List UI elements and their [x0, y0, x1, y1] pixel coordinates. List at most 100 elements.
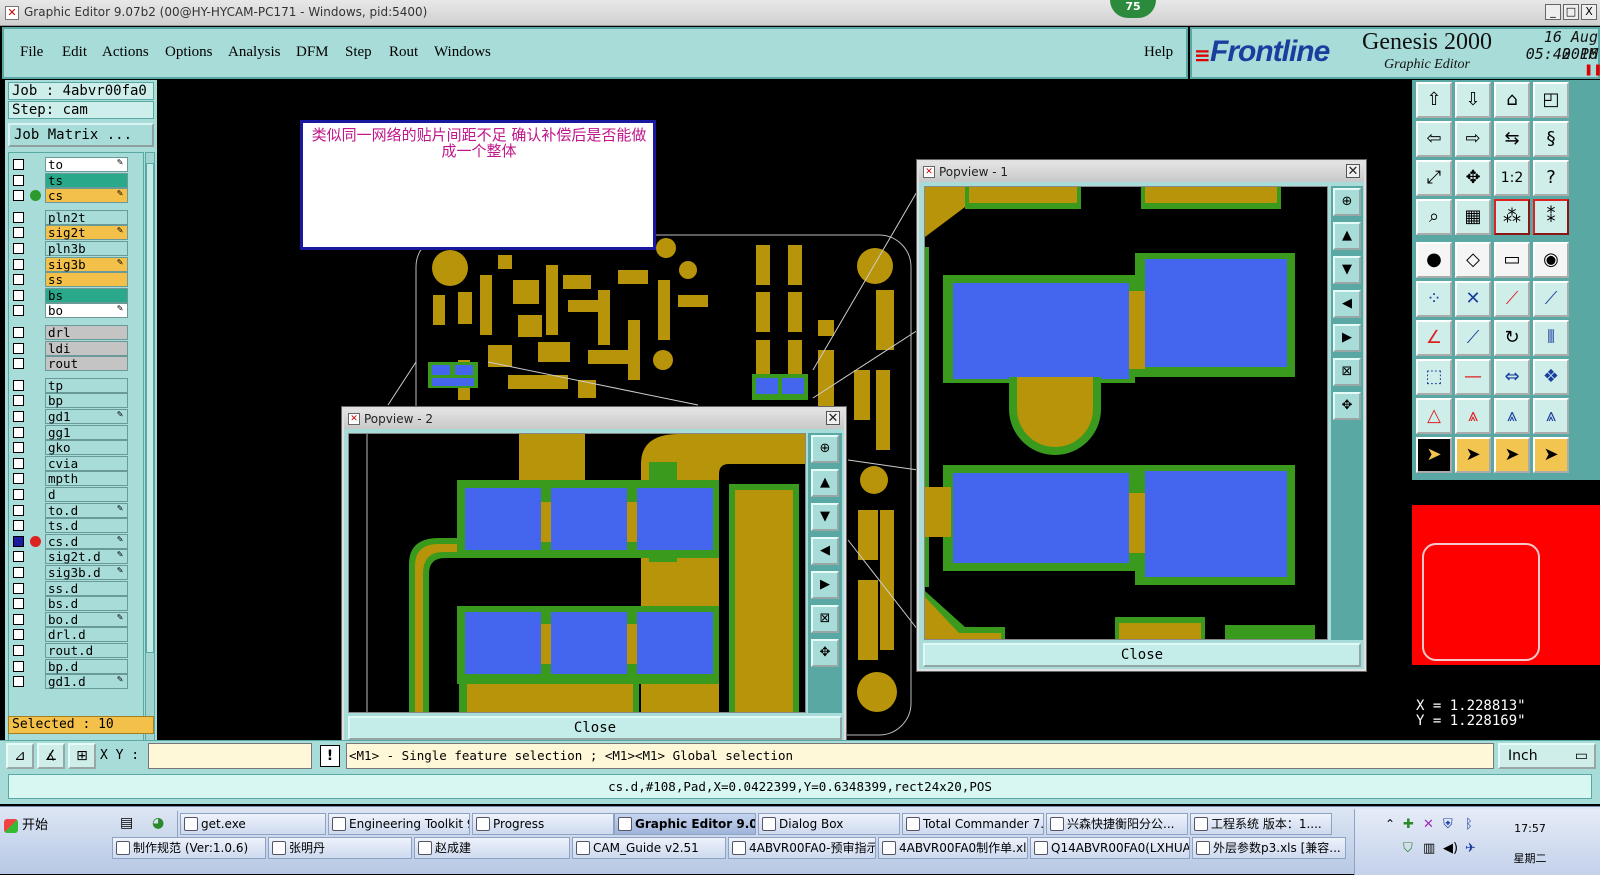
pan-right-icon[interactable]: ▶ [811, 571, 839, 599]
menu-analysis[interactable]: Analysis [228, 44, 281, 61]
layer-checkbox[interactable] [13, 660, 24, 672]
tray-shield-icon[interactable]: ⛉ [1403, 841, 1413, 856]
measure-icon[interactable]: ⌕ [1416, 199, 1452, 235]
layer-name[interactable]: sig2t [45, 225, 128, 241]
layer-checkbox[interactable] [13, 645, 24, 656]
snap-icon[interactable]: § [1533, 121, 1569, 157]
layer-name[interactable]: drl [45, 325, 128, 340]
layer-name[interactable]: drl.d [45, 627, 128, 643]
move-up-layer-icon[interactable]: ⇧ [1416, 82, 1452, 118]
taskbar-button[interactable]: Graphic Editor 9.07... [614, 813, 756, 835]
zoom-center-icon[interactable]: ✥ [1455, 160, 1491, 196]
layer-name[interactable]: ts [45, 172, 128, 188]
taskbar-button[interactable]: 制作规范 (Ver:1.0.6) [112, 837, 266, 859]
slash-red-icon[interactable]: ∠ [1416, 320, 1452, 356]
layer-name[interactable]: cs.d [45, 533, 128, 549]
layer-row-gd1[interactable]: gd1 ✎ [9, 409, 143, 424]
layer-row-ldi[interactable]: ldi [9, 340, 143, 356]
layer-checkbox[interactable] [13, 159, 24, 170]
taskbar-button[interactable]: 外层参数p3.xls [兼容... [1192, 837, 1346, 859]
taskbar-button[interactable]: Total Commander 7.0 ... [902, 813, 1044, 835]
layer-name[interactable]: gd1 [45, 409, 128, 424]
layer-row-bs[interactable]: bs [9, 287, 143, 303]
layer-name[interactable]: sig3b.d [45, 565, 128, 580]
menu-rout[interactable]: Rout [389, 44, 418, 61]
layer-name[interactable]: ts.d [45, 518, 128, 534]
popview-1-close-button[interactable]: Close [923, 643, 1361, 667]
layer-row-drl-d[interactable]: drl.d [9, 627, 143, 643]
tray-icon-2[interactable]: ✕ [1423, 817, 1434, 832]
menu-step[interactable]: Step [345, 44, 372, 61]
layer-checkbox[interactable] [13, 426, 24, 438]
pan-right-icon[interactable]: ▶ [1333, 324, 1361, 352]
menu-options[interactable]: Options [165, 44, 213, 61]
resize-icon[interactable]: ⇔ [1494, 359, 1530, 395]
line-blue-icon[interactable]: ⟋ [1533, 281, 1569, 317]
pan-up-icon[interactable]: ▲ [1333, 222, 1361, 250]
start-button[interactable]: 开始 [2, 815, 62, 837]
menu-actions[interactable]: Actions [102, 44, 149, 61]
layer-checkbox[interactable] [13, 411, 24, 422]
tray-icon-4[interactable]: ✈ [1465, 841, 1476, 856]
layer-name[interactable]: rout [45, 356, 128, 372]
taskbar-button[interactable]: get.exe [180, 813, 326, 835]
tray-icon-3[interactable]: ⛨ [1443, 817, 1453, 832]
layer-row-pln3b[interactable]: pln3b [9, 241, 143, 256]
layer-row-bp[interactable]: bp [9, 393, 143, 409]
layer-checkbox[interactable] [13, 305, 24, 317]
layer-name[interactable]: gko [45, 440, 128, 456]
taskbar-button[interactable]: 赵成建 [414, 837, 570, 859]
layer-name[interactable]: to [45, 157, 128, 172]
window-icon[interactable]: ◰ [1533, 82, 1569, 118]
layer-checkbox[interactable] [13, 289, 24, 301]
net-select-icon[interactable]: ⁑ [1533, 199, 1569, 235]
layer-checkbox[interactable] [13, 342, 24, 354]
layer-row-sig3b[interactable]: sig3b ✎ [9, 256, 143, 272]
pan-left-icon[interactable]: ◀ [1333, 290, 1361, 318]
layer-name[interactable]: bo [45, 303, 128, 319]
layer-row-d[interactable]: d [9, 487, 143, 502]
group-icon[interactable]: ❖ [1533, 359, 1569, 395]
layer-name[interactable]: ldi [45, 340, 128, 356]
layer-checkbox[interactable] [13, 442, 24, 454]
move-down-layer-icon[interactable]: ⇩ [1455, 82, 1491, 118]
menu-help[interactable]: Help [1144, 44, 1173, 61]
layer-row-mpth[interactable]: mpth [9, 471, 143, 487]
layer-name[interactable]: cvia [45, 455, 128, 471]
zoom-home-icon[interactable]: ✥ [811, 639, 839, 667]
box-select-icon[interactable]: ⬚ [1416, 359, 1452, 395]
taskbar-button[interactable]: 工程系统 版本：1.... [1190, 813, 1332, 835]
pointer-icon[interactable]: ➤ [1455, 437, 1491, 473]
menu-dfm[interactable]: DFM [296, 44, 329, 61]
popview-2-canvas[interactable] [348, 433, 806, 713]
parallel-icon[interactable]: ⫴ [1533, 320, 1569, 356]
layer-row-ts[interactable]: ts [9, 172, 143, 188]
layer-row-bo[interactable]: bo ✎ [9, 303, 143, 319]
zoom-home-icon[interactable]: ✥ [1333, 392, 1361, 420]
layer-name[interactable]: sig2t.d [45, 549, 128, 565]
volume-icon[interactable]: ◀) [1443, 841, 1458, 856]
units-select[interactable]: Inch ▭ [1498, 743, 1596, 769]
layer-row-gd1-d[interactable]: gd1.d ✎ [9, 674, 143, 690]
layer-checkbox[interactable] [13, 327, 24, 338]
layer-row-cvia[interactable]: cvia [9, 455, 143, 471]
job-matrix-button[interactable]: Job Matrix ... [8, 123, 154, 147]
layer-name[interactable]: to.d [45, 502, 128, 518]
layer-checkbox[interactable] [13, 613, 24, 625]
layer-checkbox[interactable] [13, 629, 24, 641]
layer-checkbox[interactable] [13, 274, 24, 286]
pan-down-icon[interactable]: ▼ [811, 503, 839, 531]
layer-row-to[interactable]: to ✎ [9, 157, 143, 172]
layer-name[interactable]: gd1.d [45, 674, 128, 690]
layer-name[interactable]: d [45, 487, 128, 502]
triangle-blue-icon[interactable]: ⩓ [1494, 398, 1530, 434]
zoom-fit-icon[interactable]: ⊠ [811, 605, 839, 633]
quick-launch-chrome-icon[interactable]: ◕ [152, 815, 164, 831]
layer-list-scrollbar[interactable] [145, 152, 155, 784]
layer-checkbox[interactable] [13, 676, 24, 688]
minimize-button[interactable]: _ [1545, 4, 1561, 20]
pointer-active-icon[interactable]: ➤ [1416, 437, 1452, 473]
taskbar-button[interactable]: 4ABVR00FA0-预审指示... [728, 837, 876, 859]
add-pad-icon[interactable]: ● [1416, 242, 1452, 278]
tray-icon-1[interactable]: ✚ [1403, 817, 1414, 832]
